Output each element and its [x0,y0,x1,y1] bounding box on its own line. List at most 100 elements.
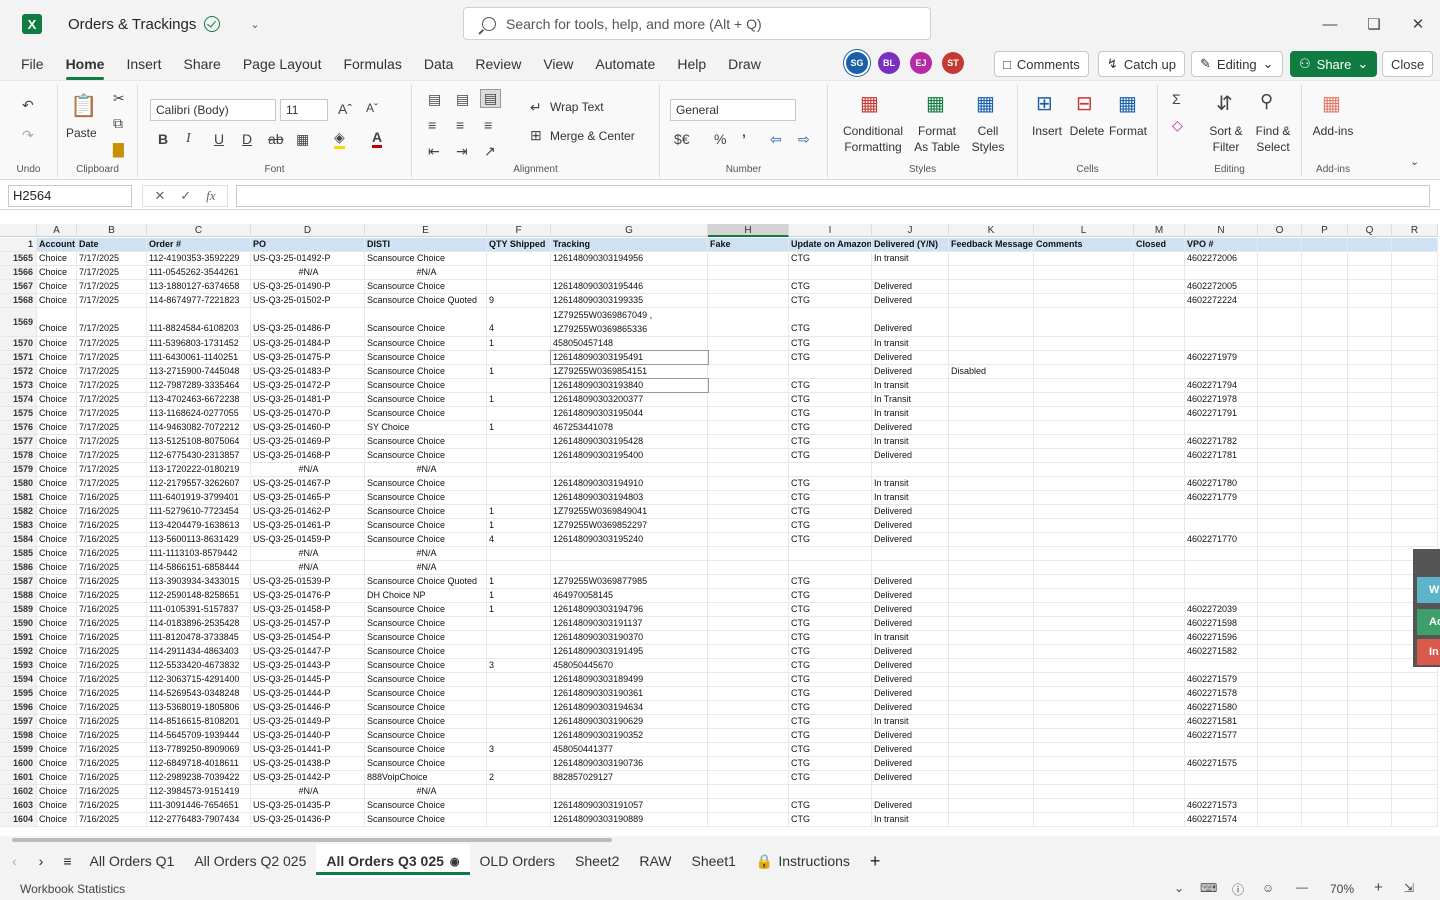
cell[interactable]: Delivered [872,505,949,518]
cell[interactable]: 112-6849718-4018611 [147,757,251,770]
cell[interactable] [1302,421,1348,434]
decrease-decimal-icon[interactable]: ⇨ [798,131,810,148]
column-header-i[interactable]: I [789,224,872,237]
cell[interactable] [1302,715,1348,728]
cell[interactable]: US-Q3-25-01442-P [251,771,365,784]
cell[interactable] [1392,743,1438,756]
cell[interactable]: Disabled [949,365,1034,378]
cell[interactable] [1348,505,1392,518]
increase-indent-icon[interactable]: ⇥ [456,143,468,160]
cell[interactable] [1034,463,1134,476]
cell[interactable] [1392,533,1438,546]
row-number[interactable]: 1592 [0,645,37,658]
align-right-icon[interactable]: ≡ [484,117,492,133]
cell[interactable] [949,729,1034,742]
cell[interactable]: 4602272224 [1185,294,1258,307]
cell[interactable]: 126148090303190629 [551,715,708,728]
cell[interactable]: 113-5368019-1805806 [147,701,251,714]
cell[interactable] [1034,561,1134,574]
cell[interactable]: 126148090303194910 [551,477,708,490]
cell[interactable]: Delivered [872,603,949,616]
row-number[interactable]: 1570 [0,337,37,350]
cell[interactable]: US-Q3-25-01446-P [251,701,365,714]
display-settings-icon[interactable]: ⌨ [1200,881,1217,895]
cell[interactable] [1392,673,1438,686]
cell[interactable] [1134,519,1185,532]
sheet-tab[interactable]: All Orders Q2 025 [184,844,316,878]
row-number[interactable]: 1586 [0,561,37,574]
cell[interactable] [1258,813,1302,826]
cell[interactable]: 4602271794 [1185,379,1258,392]
cell[interactable]: CTG [789,645,872,658]
cell[interactable]: Choice [37,771,77,784]
cell[interactable] [1348,252,1392,265]
cell[interactable]: 112-2590148-8258651 [147,589,251,602]
editing-mode-button[interactable]: ✎ Editing ⌄ [1191,51,1283,77]
cell[interactable] [1258,701,1302,714]
cell[interactable] [1258,617,1302,630]
cell[interactable]: Choice [37,533,77,546]
cell[interactable] [1348,631,1392,644]
cell[interactable]: US-Q3-25-01443-P [251,659,365,672]
cell[interactable]: 7/16/2025 [77,533,147,546]
cell[interactable] [1034,280,1134,293]
cell[interactable] [1134,280,1185,293]
cell[interactable] [487,799,551,812]
cell[interactable] [949,813,1034,826]
cell[interactable]: 126148090303190889 [551,813,708,826]
cell[interactable]: US-Q3-25-01476-P [251,589,365,602]
cell[interactable] [1134,617,1185,630]
cell[interactable]: US-Q3-25-01454-P [251,631,365,644]
cell[interactable]: 1 [487,393,551,406]
cell[interactable]: Choice [37,308,77,336]
cell[interactable] [949,435,1034,448]
cell[interactable]: Choice [37,505,77,518]
row-number[interactable]: 1569 [0,308,37,336]
cell[interactable]: SY Choice [365,421,487,434]
cell[interactable] [1034,645,1134,658]
cell[interactable] [1392,799,1438,812]
cell[interactable]: Delivered [872,687,949,700]
cell[interactable] [1302,449,1348,462]
cell[interactable]: CTG [789,701,872,714]
cell[interactable] [1134,365,1185,378]
cell[interactable] [949,785,1034,798]
cell[interactable]: CTG [789,715,872,728]
cell[interactable] [949,715,1034,728]
cell[interactable] [1348,729,1392,742]
cell[interactable] [872,785,949,798]
cell[interactable] [1348,351,1392,364]
cell[interactable] [1302,813,1348,826]
cell[interactable]: US-Q3-25-01440-P [251,729,365,742]
cell[interactable]: US-Q3-25-01460-P [251,421,365,434]
cell[interactable]: 9 [487,294,551,307]
cell[interactable]: Choice [37,365,77,378]
cell[interactable] [1348,575,1392,588]
cell[interactable]: Choice [37,407,77,420]
column-title-cell[interactable]: Feedback Message [949,238,1034,251]
undo-icon[interactable]: ↶ [22,97,34,114]
cell[interactable] [1034,589,1134,602]
cell[interactable]: 7/17/2025 [77,252,147,265]
cell[interactable] [1302,491,1348,504]
cell[interactable]: 467253441078 [551,421,708,434]
cell[interactable]: 114-0183896-2535428 [147,617,251,630]
cell[interactable]: 112-6775430-2313857 [147,449,251,462]
cell[interactable] [487,435,551,448]
cell[interactable] [1185,308,1258,336]
cell[interactable] [949,757,1034,770]
cell[interactable] [708,561,789,574]
cell[interactable] [1258,631,1302,644]
cell[interactable]: 112-5533420-4673832 [147,659,251,672]
cell[interactable] [708,337,789,350]
cell[interactable] [949,771,1034,784]
cell[interactable]: Delivered [872,645,949,658]
cell[interactable]: Scansource Choice Quoted [365,294,487,307]
cell[interactable] [1258,294,1302,307]
cell[interactable]: 4602271979 [1185,351,1258,364]
column-header-j[interactable]: J [872,224,949,237]
cell[interactable]: 4602271582 [1185,645,1258,658]
zoom-level[interactable]: 70% [1330,882,1354,896]
side-panel-tab[interactable]: W [1417,577,1440,603]
cell[interactable] [1348,491,1392,504]
